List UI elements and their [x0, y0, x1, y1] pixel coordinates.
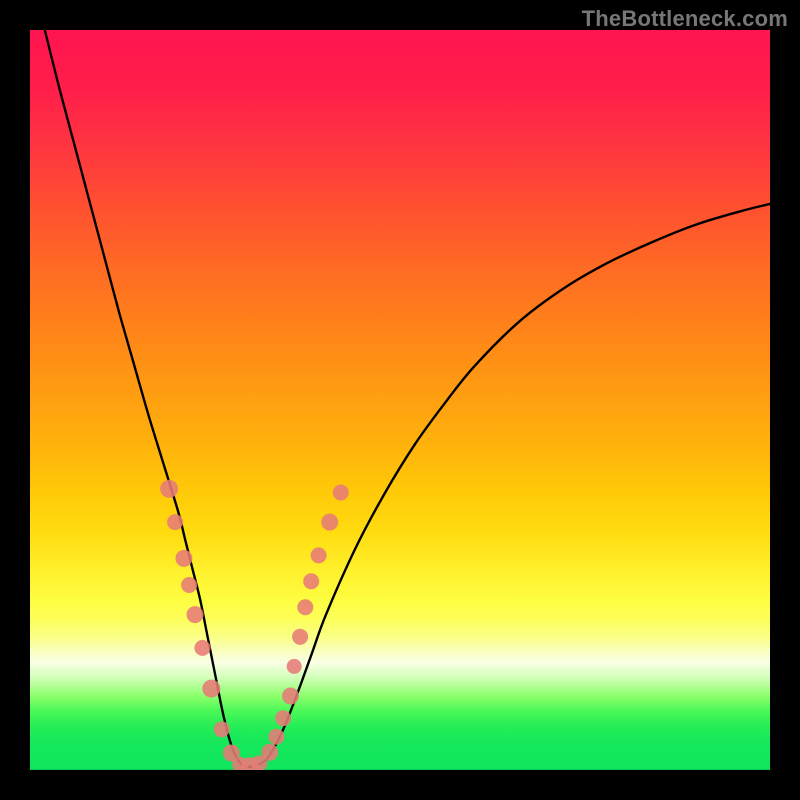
score-marker-16: [287, 659, 302, 674]
watermark-text: TheBottleneck.com: [582, 6, 788, 32]
score-marker-1: [167, 514, 183, 530]
score-marker-14: [275, 710, 291, 726]
plot-area: [30, 30, 770, 770]
chart-frame: TheBottleneck.com: [0, 0, 800, 800]
score-markers-group: [160, 480, 349, 770]
score-marker-17: [292, 629, 308, 645]
score-marker-20: [311, 547, 327, 563]
score-marker-22: [333, 485, 349, 501]
score-marker-15: [282, 688, 299, 705]
score-marker-5: [194, 640, 210, 656]
score-marker-4: [187, 606, 204, 623]
score-marker-21: [321, 514, 338, 531]
score-marker-12: [261, 744, 278, 761]
score-marker-13: [268, 729, 284, 745]
bottleneck-curve-svg: [30, 30, 770, 770]
score-marker-2: [175, 550, 192, 567]
score-marker-0: [160, 480, 178, 498]
score-marker-18: [297, 599, 313, 615]
score-marker-3: [181, 577, 197, 593]
score-marker-19: [303, 573, 319, 589]
score-marker-7: [214, 721, 230, 737]
bottleneck-curve-path: [45, 30, 770, 767]
score-marker-6: [202, 680, 220, 698]
